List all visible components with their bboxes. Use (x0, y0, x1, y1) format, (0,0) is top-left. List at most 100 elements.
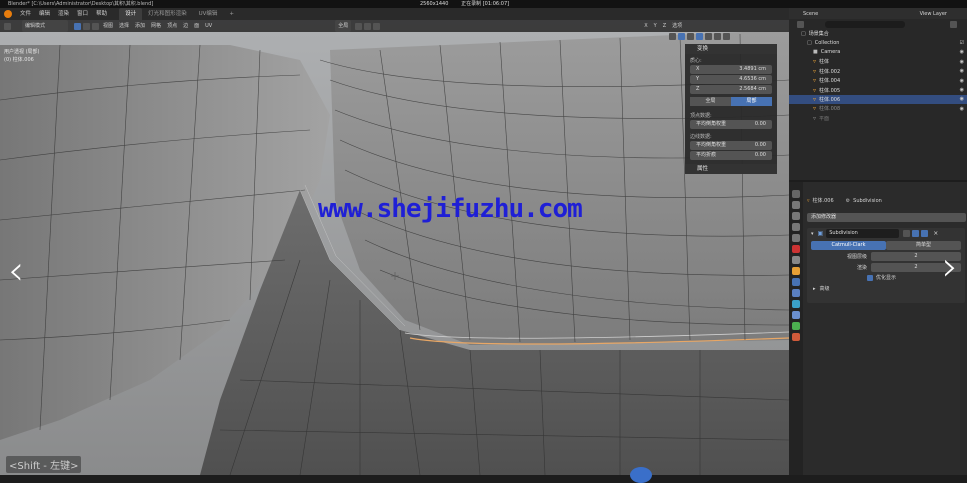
median-x-field[interactable]: X 3.4891 cm (690, 65, 772, 74)
constraints-tab-icon[interactable] (792, 311, 800, 319)
camera-icon: ■ (813, 49, 818, 56)
editor-type-icon[interactable] (4, 22, 11, 30)
overlay-icon[interactable] (678, 33, 685, 40)
blender-logo-icon[interactable] (4, 10, 12, 18)
mode-select[interactable]: 编辑模式 (22, 20, 68, 32)
visibility-eye-icon[interactable]: ◉ (960, 68, 964, 74)
median-y-field[interactable]: Y 4.6536 cm (690, 75, 772, 84)
menu-help[interactable]: 帮助 (92, 8, 111, 20)
outliner-item[interactable]: ▿ 柱体.002 ◉ (789, 67, 967, 76)
outliner-item[interactable]: ▿ 柱体.004 ◉ (789, 76, 967, 85)
outliner-item[interactable]: ▿ 柱体 ◉ (789, 57, 967, 66)
prev-arrow-icon[interactable]: ‹ (8, 248, 24, 294)
render-tab-icon[interactable] (792, 201, 800, 209)
display-mode-icon[interactable] (797, 20, 804, 28)
world-tab-icon[interactable] (792, 245, 800, 253)
menu-file[interactable]: 文件 (16, 8, 35, 20)
transform-panel-header[interactable]: 变换 (685, 44, 777, 54)
next-arrow-icon[interactable]: › (942, 244, 958, 290)
3d-viewport[interactable]: ‹ (0, 20, 789, 475)
global-toggle[interactable]: 全局 (690, 97, 731, 106)
gizmo-icon[interactable] (669, 33, 676, 40)
render-icon[interactable] (921, 230, 929, 237)
menu-view[interactable]: 视图 (100, 20, 116, 32)
edit-mode-icon[interactable] (903, 230, 911, 237)
menu-select[interactable]: 选择 (116, 20, 132, 32)
physics-tab-icon[interactable] (792, 300, 800, 308)
modifier-tab-icon[interactable] (792, 278, 800, 286)
particles-tab-icon[interactable] (792, 289, 800, 297)
menu-mesh[interactable]: 网格 (148, 20, 164, 32)
axis-x-toggle[interactable]: X (641, 20, 650, 32)
outliner-item-selected[interactable]: ▿ 柱体.006 ◉ (789, 94, 967, 105)
advanced-subpanel[interactable]: ▸ 高级 (813, 285, 959, 293)
outliner-search-input[interactable] (825, 20, 905, 28)
menu-face[interactable]: 面 (191, 20, 202, 32)
outliner-item[interactable]: ▿ 柱体.008 ◉ (789, 104, 967, 113)
visibility-eye-icon[interactable]: ◉ (960, 87, 964, 93)
tool-tab-icon[interactable] (792, 190, 800, 198)
menu-uv[interactable]: UV (202, 20, 215, 32)
collection-row[interactable]: □ Collection ☑ (789, 38, 967, 47)
close-icon[interactable]: × (933, 230, 938, 237)
tab-uv[interactable]: UV编辑 (193, 8, 224, 20)
visibility-eye-icon[interactable]: ◉ (960, 106, 964, 112)
optimal-display-checkbox[interactable] (867, 274, 873, 281)
edge-bevel-weight-field[interactable]: 平均倒角权重 0.00 (690, 141, 772, 150)
proportional-edit-icon[interactable] (373, 22, 381, 30)
visibility-eye-icon[interactable]: ◉ (960, 78, 964, 84)
visibility-eye-icon[interactable]: ◉ (960, 49, 964, 55)
add-workspace-button[interactable]: + (223, 8, 240, 20)
vertex-bevel-weight-field[interactable]: 平均倒角权重 0.00 (690, 120, 772, 129)
outliner-item-camera[interactable]: ■ Camera ◉ (789, 48, 967, 57)
edge-crease-field[interactable]: 平均折痕 0.00 (690, 151, 772, 160)
face-select-icon[interactable] (92, 22, 99, 30)
axis-z-toggle[interactable]: Z (660, 20, 669, 32)
properties-panel-header[interactable]: 属性 (685, 164, 777, 174)
realtime-icon[interactable] (912, 230, 920, 237)
wireframe-shading-icon[interactable] (696, 33, 703, 40)
menu-edge[interactable]: 边 (180, 20, 191, 32)
outliner-item[interactable]: ▿ 平面 (789, 114, 967, 123)
scene-label[interactable]: Scene (803, 11, 818, 17)
menu-add[interactable]: 添加 (132, 20, 148, 32)
outliner-item[interactable]: ▿ 柱体.005 ◉ (789, 85, 967, 94)
modifier-name-input[interactable]: Subdivision (826, 229, 900, 238)
xray-icon[interactable] (687, 33, 694, 40)
visibility-eye-icon[interactable]: ◉ (960, 59, 964, 65)
collection-tab-icon[interactable] (792, 256, 800, 264)
add-modifier-button[interactable]: 添加修改器 (807, 213, 966, 222)
material-shading-icon[interactable] (714, 33, 721, 40)
median-z-field[interactable]: Z 2.5684 cm (690, 85, 772, 94)
visibility-eye-icon[interactable]: ◉ (960, 96, 964, 102)
pivot-icon[interactable] (355, 22, 363, 30)
snap-icon[interactable] (364, 22, 372, 30)
filter-icon[interactable] (950, 20, 957, 28)
menu-render[interactable]: 渲染 (54, 8, 73, 20)
vertex-select-icon[interactable] (74, 22, 81, 30)
data-tab-icon[interactable] (792, 322, 800, 330)
solid-shading-icon[interactable] (705, 33, 712, 40)
view-layer-tab-icon[interactable] (792, 223, 800, 231)
object-tab-icon[interactable] (792, 267, 800, 275)
view-layer-label[interactable]: View Layer (920, 11, 947, 17)
edge-select-icon[interactable] (83, 22, 90, 30)
catmull-clark-toggle[interactable]: Catmull-Clark (811, 241, 886, 250)
output-tab-icon[interactable] (792, 212, 800, 220)
axis-y-toggle[interactable]: Y (651, 20, 660, 32)
options-menu[interactable]: 选项 (669, 20, 685, 32)
local-toggle[interactable]: 局部 (731, 97, 772, 106)
scene-tab-icon[interactable] (792, 234, 800, 242)
checkbox-icon[interactable]: ☑ (960, 40, 964, 46)
material-tab-icon[interactable] (792, 333, 800, 341)
menu-window[interactable]: 窗口 (73, 8, 92, 20)
menu-vertex[interactable]: 顶点 (164, 20, 180, 32)
menu-edit[interactable]: 编辑 (35, 8, 54, 20)
tab-layout[interactable]: 设计 (119, 8, 143, 20)
transform-orientation-select[interactable]: 全局 (335, 20, 352, 32)
tab-lighting[interactable]: 灯光和图形渲染 (142, 8, 193, 20)
rendered-shading-icon[interactable] (723, 33, 730, 40)
scene-collection-row[interactable]: □ 场景集合 (789, 29, 967, 38)
expand-icon[interactable]: ▾ (811, 231, 814, 237)
optimal-display-label: 优化显示 (876, 275, 897, 281)
